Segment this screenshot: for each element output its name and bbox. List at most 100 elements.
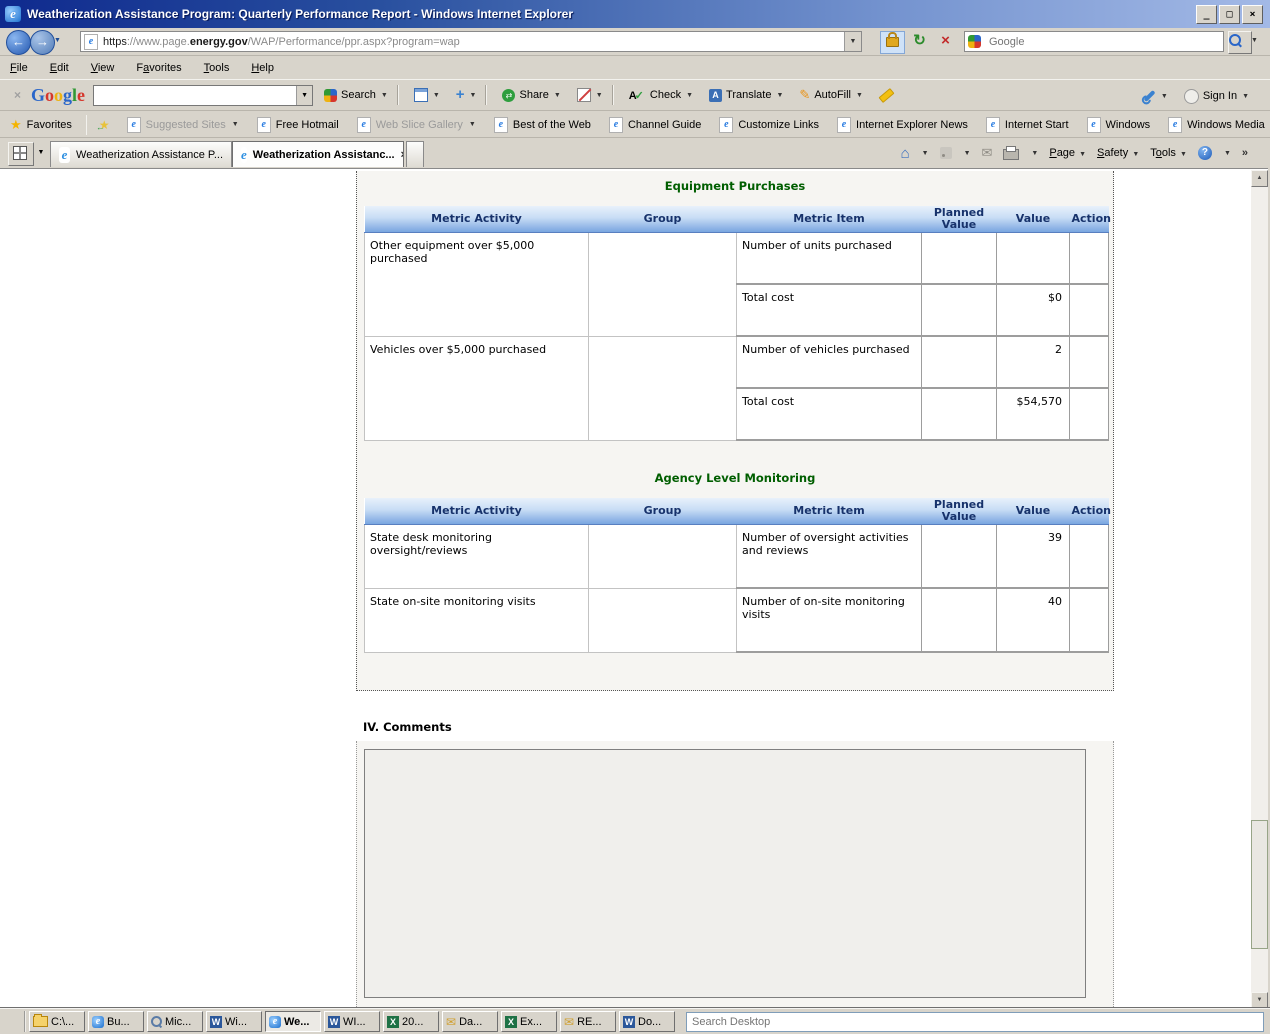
favorites-link-windows-media[interactable]: eWindows Media bbox=[1168, 117, 1265, 133]
favorites-link-best-of-the-web[interactable]: eBest of the Web bbox=[494, 117, 591, 133]
close-button[interactable]: × bbox=[1242, 5, 1263, 24]
taskbar-button-word-3[interactable]: WDo... bbox=[619, 1011, 675, 1032]
ie-page-icon: e bbox=[357, 117, 371, 133]
ie-icon: e bbox=[92, 1016, 104, 1028]
favorites-link-free-hotmail[interactable]: eFree Hotmail bbox=[257, 117, 339, 133]
highlighter-button[interactable] bbox=[874, 90, 899, 101]
favorites-link-web-slice-gallery[interactable]: eWeb Slice Gallery▼ bbox=[357, 117, 476, 133]
comments-textarea[interactable] bbox=[364, 749, 1086, 998]
mail-icon[interactable]: ✉ bbox=[982, 145, 993, 161]
taskbar-button-microsoft-app[interactable]: Mic... bbox=[147, 1011, 203, 1032]
help-dropdown-icon[interactable]: ▼ bbox=[1224, 150, 1231, 157]
search-input[interactable] bbox=[987, 35, 1223, 49]
favorites-link-suggested-sites[interactable]: eSuggested Sites▼ bbox=[127, 117, 239, 133]
favorites-link-ie-news[interactable]: eInternet Explorer News bbox=[837, 117, 968, 133]
scroll-down-button[interactable]: ▼ bbox=[1251, 992, 1268, 1009]
window-icon bbox=[414, 88, 428, 102]
refresh-button[interactable]: ↻ bbox=[908, 31, 931, 52]
share-button[interactable]: ⇄Share▼ bbox=[497, 87, 565, 104]
home-dropdown-icon[interactable]: ▼ bbox=[922, 150, 929, 157]
translate-button[interactable]: ATranslate▼ bbox=[704, 87, 788, 104]
minimize-button[interactable]: _ bbox=[1196, 5, 1217, 24]
quick-tabs-button[interactable] bbox=[8, 142, 34, 166]
taskbar-button-ie-active[interactable]: eWe... bbox=[265, 1011, 321, 1032]
tab-list-dropdown-icon[interactable]: ▼ bbox=[34, 142, 48, 164]
new-tab-stub[interactable] bbox=[406, 141, 424, 167]
safety-menu-button[interactable]: Safety ▼ bbox=[1097, 147, 1139, 159]
maximize-button[interactable]: □ bbox=[1219, 5, 1240, 24]
search-desktop-input[interactable] bbox=[686, 1012, 1264, 1032]
planned-value-cell bbox=[922, 284, 997, 336]
toolbar-close-icon[interactable]: × bbox=[14, 88, 21, 102]
url-history-dropdown-button[interactable]: ▼ bbox=[844, 32, 861, 51]
tab-weatherization-2[interactable]: e Weatherization Assistanc... × bbox=[232, 141, 404, 167]
stop-button[interactable]: × bbox=[934, 31, 957, 52]
menu-edit[interactable]: Edit bbox=[50, 62, 69, 74]
section-title-equipment-purchases: Equipment Purchases bbox=[357, 171, 1113, 193]
favorites-link-customize-links[interactable]: eCustomize Links bbox=[719, 117, 819, 133]
search-go-button[interactable] bbox=[1228, 31, 1252, 54]
google-toolbar-search-input[interactable] bbox=[94, 87, 296, 104]
toolbar-options-button[interactable]: ▼ bbox=[1138, 91, 1173, 102]
menu-view[interactable]: View bbox=[91, 62, 115, 74]
google-toolbar: × Google ▼ Search▼ ▼ +▼ ⇄Share▼ ▼ A✓Chec… bbox=[0, 79, 1270, 111]
window-controls: _ □ × bbox=[1196, 5, 1263, 24]
menu-tools[interactable]: Tools bbox=[204, 62, 230, 74]
scrollbar-thumb[interactable] bbox=[1251, 820, 1268, 949]
favorites-link-internet-start[interactable]: eInternet Start bbox=[986, 117, 1069, 133]
taskbar-button-excel-1[interactable]: X20... bbox=[383, 1011, 439, 1032]
tab-weatherization-1[interactable]: e Weatherization Assistance P... bbox=[50, 141, 232, 167]
favorites-link-windows[interactable]: eWindows bbox=[1087, 117, 1151, 133]
back-button[interactable]: ← bbox=[6, 30, 31, 55]
menu-bar: File Edit View Favorites Tools Help bbox=[0, 56, 1270, 79]
metric-item-cell: Total cost bbox=[737, 284, 922, 336]
popup-blocker-button[interactable]: ▼ bbox=[572, 86, 608, 104]
value-cell: 39 bbox=[997, 525, 1070, 589]
taskbar-button-mail-1[interactable]: ✉Da... bbox=[442, 1011, 498, 1032]
add-to-favorites-bar-button[interactable]: ★← bbox=[99, 118, 110, 132]
favorites-button[interactable]: ★Favorites bbox=[10, 117, 72, 133]
bookmarks-button[interactable]: ▼ bbox=[409, 86, 445, 104]
popup-blocker-icon bbox=[577, 88, 591, 102]
home-icon[interactable]: ⌂ bbox=[901, 145, 910, 162]
taskbar-button-mail-2[interactable]: ✉RE... bbox=[560, 1011, 616, 1032]
google-toolbar-search-box[interactable]: ▼ bbox=[93, 85, 313, 106]
print-icon[interactable] bbox=[1003, 149, 1019, 160]
tab-close-icon[interactable]: × bbox=[401, 149, 404, 161]
taskbar-button-excel-2[interactable]: XEx... bbox=[501, 1011, 557, 1032]
recent-pages-dropdown-icon[interactable]: ▼ bbox=[54, 37, 61, 44]
taskbar-button-word-1[interactable]: WWi... bbox=[206, 1011, 262, 1032]
excel-icon: X bbox=[505, 1016, 517, 1028]
taskbar-button-word-2[interactable]: WWI... bbox=[324, 1011, 380, 1032]
taskbar-button-ie-1[interactable]: eBu... bbox=[88, 1011, 144, 1032]
feeds-icon[interactable] bbox=[940, 147, 952, 159]
taskbar-button-explorer[interactable]: C:\... bbox=[29, 1011, 85, 1032]
menu-file[interactable]: File bbox=[10, 62, 28, 74]
google-search-button[interactable]: Search▼ bbox=[319, 87, 393, 104]
help-icon[interactable]: ? bbox=[1198, 146, 1212, 160]
ie-page-icon: e bbox=[609, 117, 623, 133]
toolbar-overflow-icon[interactable]: » bbox=[1242, 147, 1248, 159]
vertical-scrollbar[interactable]: ▲ ▼ bbox=[1251, 170, 1268, 1009]
print-dropdown-icon[interactable]: ▼ bbox=[1031, 150, 1038, 157]
page-menu-button[interactable]: Page ▼ bbox=[1049, 147, 1086, 159]
share-icon: ⇄ bbox=[502, 89, 515, 102]
search-provider-dropdown-icon[interactable]: ▼ bbox=[1251, 37, 1258, 44]
menu-help[interactable]: Help bbox=[251, 62, 274, 74]
feeds-dropdown-icon[interactable]: ▼ bbox=[964, 150, 971, 157]
table-header-row: Metric Activity Group Metric Item Planne… bbox=[365, 206, 1109, 233]
spellcheck-button[interactable]: A✓Check▼ bbox=[624, 87, 698, 104]
search-history-dropdown-icon[interactable]: ▼ bbox=[296, 86, 312, 105]
autofill-button[interactable]: ✎AutoFill▼ bbox=[794, 85, 868, 105]
favorites-link-channel-guide[interactable]: eChannel Guide bbox=[609, 117, 701, 133]
tools-menu-button[interactable]: Tools ▼ bbox=[1150, 147, 1187, 159]
scroll-up-button[interactable]: ▲ bbox=[1251, 170, 1268, 187]
security-lock-button[interactable] bbox=[880, 31, 905, 54]
forward-button[interactable]: → bbox=[30, 30, 55, 55]
add-button[interactable]: +▼ bbox=[451, 87, 482, 103]
address-bar[interactable]: e https://www.page.energy.gov/WAP/Perfor… bbox=[80, 31, 862, 52]
search-box[interactable] bbox=[964, 31, 1224, 52]
comments-section bbox=[356, 741, 1114, 1009]
sign-in-button[interactable]: Sign In▼ bbox=[1179, 87, 1254, 106]
menu-favorites[interactable]: Favorites bbox=[136, 62, 181, 74]
